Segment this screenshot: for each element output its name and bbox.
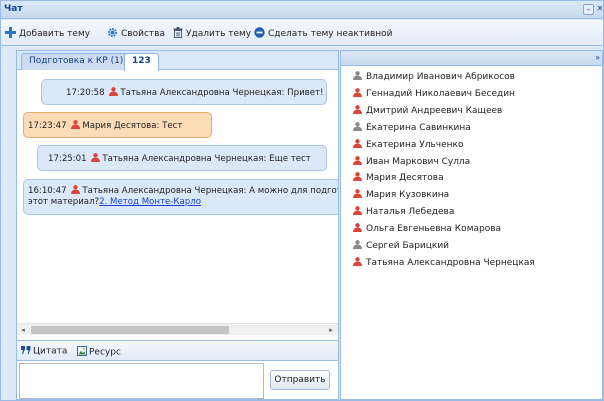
tab-prep[interactable]: Подготовка к КР (1)	[21, 53, 132, 70]
user-list-item[interactable]: Наталья Лебедева	[353, 206, 454, 222]
resource-label: Ресурс	[89, 347, 121, 358]
user-name: Татьяна Александровна Чернецкая	[366, 257, 535, 268]
users-panel: » Владимир Иванович Абрикосов Геннадий Ни…	[340, 50, 603, 400]
message-bubble: 17:25:01 Татьяна Александровна Чернецкая…	[37, 145, 327, 171]
resource-link[interactable]: 2. Метод Монте-Карло	[99, 197, 201, 207]
add-topic-label: Добавить тему	[19, 29, 91, 39]
message-text: Тест	[162, 121, 183, 131]
toolbar: Добавить тему Свойства Удалить тему Сдел…	[1, 20, 603, 46]
send-button[interactable]: Отправить	[270, 370, 330, 390]
user-icon	[353, 223, 362, 235]
user-name: Дмитрий Андреевич Кащеев	[366, 105, 503, 116]
plus-icon	[5, 27, 16, 41]
users-panel-header: »	[341, 51, 602, 66]
user-icon	[353, 256, 362, 269]
tab-123[interactable]: 123	[124, 53, 159, 71]
user-list-item[interactable]: Екатерина Ульченко	[353, 138, 464, 155]
user-list-item[interactable]: Мария Десятова	[353, 172, 444, 188]
message-text: Еще тест	[269, 154, 311, 164]
quote-button[interactable]: Цитата	[21, 346, 67, 358]
scroll-left-arrow[interactable]: ◂	[19, 326, 27, 334]
window-title: Чат	[4, 4, 23, 14]
user-list-item[interactable]: Иван Маркович Сулла	[353, 155, 471, 172]
user-list-item[interactable]: Екатерина Савинкина	[353, 121, 471, 138]
message-author: Мария Десятова	[82, 121, 157, 131]
user-name: Ольга Евгеньевна Комарова	[366, 224, 502, 235]
delete-topic-label: Удалить тему	[186, 29, 252, 39]
quote-label: Цитата	[33, 346, 68, 357]
message-text: А можно для подготовки использовать	[249, 186, 338, 196]
user-icon	[353, 104, 362, 117]
message-time: 17:23:47	[28, 121, 67, 131]
message-bubble-own: 17:23:47 Мария Десятова: Тест	[23, 112, 212, 138]
message-time: 17:25:01	[48, 154, 87, 164]
user-list-item[interactable]: Ольга Евгеньевна Комарова	[353, 223, 501, 239]
message-bubble: 16:10:47 Татьяна Александровна Чернецкая…	[23, 179, 338, 215]
trash-icon	[173, 27, 183, 41]
image-icon	[77, 346, 87, 359]
user-icon	[353, 189, 362, 201]
user-icon	[71, 120, 81, 132]
user-list-item[interactable]: Татьяна Александровна Чернецкая	[353, 256, 535, 273]
user-list-item[interactable]: Дмитрий Андреевич Кащеев	[353, 104, 503, 121]
minimize-button[interactable]: –	[583, 4, 594, 15]
user-icon	[353, 71, 362, 83]
user-list-item[interactable]: Геннадий Николаевич Беседин	[353, 87, 515, 104]
make-inactive-button[interactable]: Сделать тему неактивной	[254, 27, 392, 41]
user-name: Владимир Иванович Абрикосов	[366, 72, 515, 82]
message-time: 17:20:58	[66, 88, 105, 98]
window-titlebar: Чат – ✕	[1, 1, 603, 19]
user-name: Екатерина Ульченко	[366, 139, 464, 150]
user-icon	[109, 87, 119, 99]
user-name: Наталья Лебедева	[366, 207, 455, 218]
scroll-thumb[interactable]	[31, 326, 229, 334]
compose-toolbar: Цитата Ресурс	[17, 340, 338, 361]
collapse-button[interactable]: »	[595, 53, 600, 63]
user-icon	[71, 185, 81, 197]
minus-circle-icon	[254, 27, 265, 41]
resource-button[interactable]: Ресурс	[77, 346, 121, 358]
user-icon	[353, 121, 362, 134]
message-bubble: 17:20:58 Татьяна Александровна Чернецкая…	[41, 79, 327, 105]
user-list-item[interactable]: Сергей Барицкий	[353, 240, 449, 256]
user-name: Геннадий Николаевич Беседин	[366, 88, 515, 99]
message-author: Татьяна Александровна Чернецкая	[102, 154, 264, 164]
user-list-item[interactable]: Владимир Иванович Абрикосов	[353, 71, 515, 87]
properties-label: Свойства	[121, 29, 165, 39]
message-text-line2: этот материал?	[28, 197, 100, 207]
add-topic-button[interactable]: Добавить тему	[5, 27, 90, 41]
user-icon	[353, 240, 362, 252]
message-time: 16:10:47	[28, 186, 67, 196]
scroll-right-arrow[interactable]: ▸	[327, 326, 335, 334]
close-button[interactable]: ✕	[596, 4, 604, 15]
gear-icon	[107, 27, 118, 41]
user-name: Екатерина Савинкина	[366, 122, 471, 133]
properties-button[interactable]: Свойства	[107, 27, 165, 41]
user-name: Иван Маркович Сулла	[366, 156, 471, 167]
user-icon	[353, 206, 362, 218]
user-name: Мария Кузовкина	[366, 190, 450, 201]
quote-icon	[21, 346, 31, 357]
user-icon	[353, 172, 362, 184]
delete-topic-button[interactable]: Удалить тему	[173, 27, 251, 41]
user-icon	[353, 87, 362, 100]
user-name: Сергей Барицкий	[366, 241, 450, 251]
user-list-item[interactable]: Мария Кузовкина	[353, 189, 449, 205]
message-input[interactable]	[19, 363, 264, 399]
user-name: Мария Десятова	[366, 173, 444, 184]
chat-panel: Подготовка к КР (1) 123 17:20:58 Татьяна…	[16, 50, 339, 400]
user-icon	[353, 138, 362, 151]
message-author: Татьяна Александровна Чернецкая	[82, 186, 244, 196]
message-text: Привет!	[287, 88, 324, 98]
user-icon	[91, 153, 101, 165]
topic-tabs: Подготовка к КР (1) 123	[17, 51, 338, 71]
message-author: Татьяна Александровна Чернецкая	[120, 88, 282, 98]
horizontal-scrollbar[interactable]: ◂ ▸	[17, 323, 338, 335]
make-inactive-label: Сделать тему неактивной	[268, 29, 393, 39]
user-icon	[353, 155, 362, 168]
